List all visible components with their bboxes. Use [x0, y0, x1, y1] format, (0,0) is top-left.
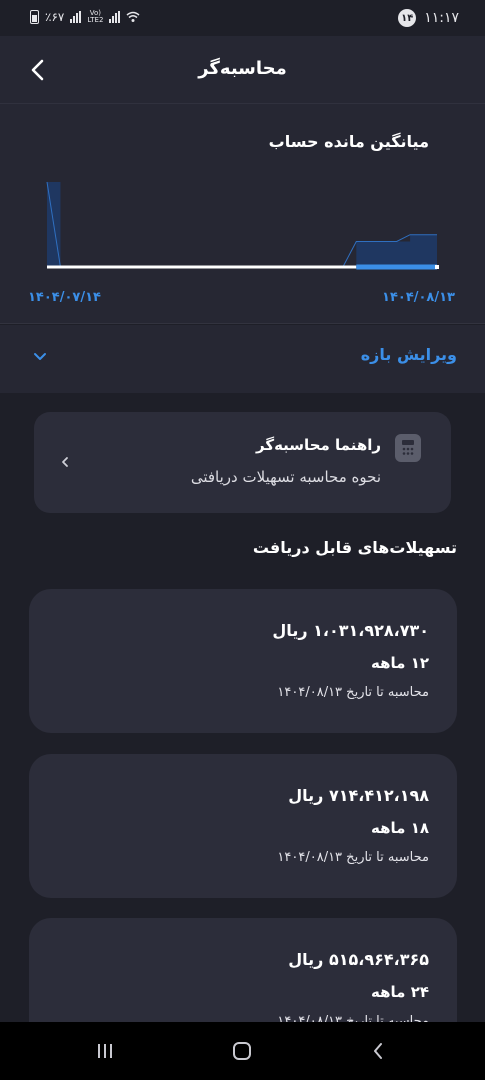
facilities-section-title: تسهیلات‌های قابل دریافت: [252, 538, 457, 557]
facility-months: ۲۴ ماهه: [371, 983, 429, 1001]
calculator-guide-card[interactable]: راهنما محاسبه‌گر نحوه محاسبه تسهیلات دری…: [34, 412, 451, 513]
facility-amount: ۱،۰۳۱،۹۲۸،۷۳۰ ریال: [272, 621, 429, 640]
app-header: محاسبه‌گر: [0, 36, 485, 104]
recent-apps-icon: [98, 1044, 112, 1058]
guide-subtitle: نحوه محاسبه تسهیلات دریافتی: [190, 468, 381, 486]
facility-months: ۱۸ ماهه: [371, 819, 429, 837]
back-icon: [374, 1043, 382, 1059]
chart-end-date: ۱۴۰۴/۰۸/۱۳: [382, 290, 455, 305]
network-label: Vo) LTE2: [87, 9, 104, 24]
balance-chart-card: میانگین مانده حساب ۱۴۰۴/۰۷/۱۴ ۱۴۰۴/۰۸/۱۳: [0, 104, 485, 324]
status-bar: ٪۶۷ Vo) LTE2 ۱۴ ۱۱:۱۷: [0, 0, 485, 36]
facility-calc-note: محاسبه تا تاریخ ۱۴۰۴/۰۸/۱۳: [277, 850, 429, 865]
facility-card[interactable]: ۱،۰۳۱،۹۲۸،۷۳۰ ریال ۱۲ ماهه محاسبه تا تار…: [29, 589, 457, 733]
battery-icon: [30, 10, 39, 24]
wifi-icon: [126, 11, 140, 22]
facility-months: ۱۲ ماهه: [371, 654, 429, 672]
clock: ۱۱:۱۷: [424, 10, 459, 26]
signal-icon-2: [109, 11, 121, 23]
status-left: ٪۶۷ Vo) LTE2: [30, 10, 140, 24]
edit-range-label: ویرایش بازه: [360, 345, 457, 364]
notification-badge: ۱۴: [398, 9, 417, 27]
calculator-icon: [395, 434, 421, 462]
status-right: ۱۴ ۱۱:۱۷: [398, 9, 459, 27]
facility-card[interactable]: ۷۱۴،۴۱۲،۱۹۸ ریال ۱۸ ماهه محاسبه تا تاریخ…: [29, 754, 457, 898]
facility-amount: ۷۱۴،۴۱۲،۱۹۸ ریال: [288, 786, 429, 805]
guide-title: راهنما محاسبه‌گر: [256, 436, 381, 454]
recent-apps-button[interactable]: [91, 1039, 119, 1063]
edit-range-toggle[interactable]: ویرایش بازه: [0, 325, 485, 393]
page-title: محاسبه‌گر: [198, 58, 287, 79]
home-button[interactable]: [228, 1039, 256, 1063]
chart-start-date: ۱۴۰۴/۰۷/۱۴: [28, 290, 101, 305]
chevron-left-icon: [62, 457, 68, 467]
home-icon: [233, 1042, 251, 1060]
facility-calc-note: محاسبه تا تاریخ ۱۴۰۴/۰۸/۱۳: [277, 685, 429, 700]
system-nav-bar: [0, 1022, 485, 1080]
signal-icon: [70, 11, 82, 23]
facility-amount: ۵۱۵،۹۶۴،۳۶۵ ریال: [288, 950, 429, 969]
chart-end-marker: [435, 265, 439, 269]
battery-level: ٪۶۷: [45, 10, 65, 24]
chart-area: [47, 182, 437, 267]
chevron-down-icon: [34, 353, 46, 360]
nav-back-button[interactable]: [364, 1039, 392, 1063]
